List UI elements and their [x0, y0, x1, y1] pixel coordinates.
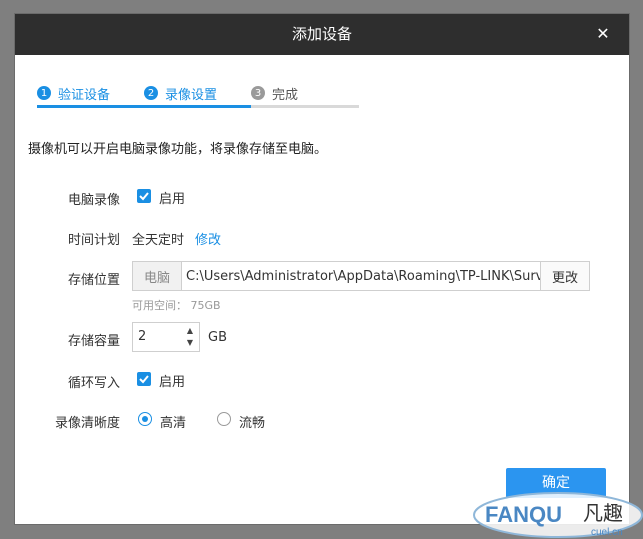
storage-location-label: 存储位置 [67, 273, 120, 288]
check-icon [139, 375, 149, 384]
step-finish: 3 完成 [251, 82, 298, 104]
radio-dot [142, 416, 148, 422]
storage-capacity-label: 存储容量 [67, 334, 120, 349]
dialog-titlebar: 添加设备 ✕ [15, 14, 629, 55]
close-icon[interactable]: ✕ [591, 22, 615, 46]
step-number: 3 [251, 86, 265, 100]
free-space-hint: 可用空间： 75GB [132, 299, 221, 312]
check-icon [139, 192, 149, 201]
storage-prefix: 电脑 [133, 262, 182, 290]
step-progress-track [37, 105, 359, 108]
stepper-up-icon[interactable]: ▲ [185, 326, 195, 336]
step-label: 验证设备 [58, 87, 111, 103]
add-device-dialog: 添加设备 ✕ 1 验证设备 2 录像设置 3 完成 摄像机可以开启电脑录像功能，… [15, 14, 629, 524]
quality-label: 录像清晰度 [54, 416, 120, 431]
storage-capacity-unit: GB [208, 330, 227, 345]
step-number: 2 [144, 86, 158, 100]
description-text: 摄像机可以开启电脑录像功能，将录像存储至电脑。 [28, 142, 328, 157]
step-label: 完成 [272, 87, 299, 103]
schedule-label: 时间计划 [67, 233, 120, 248]
stepper-down-icon[interactable]: ▼ [185, 338, 195, 348]
storage-path-input[interactable]: C:\Users\Administrator\AppData\Roaming\T… [182, 262, 540, 290]
step-verify-device: 1 验证设备 [37, 82, 110, 104]
storage-capacity-value[interactable]: 2 [138, 323, 146, 351]
quality-smooth-radio[interactable] [217, 412, 231, 426]
storage-capacity-stepper[interactable]: 2 ▲ ▼ [132, 322, 200, 352]
loop-write-checkbox[interactable] [137, 372, 151, 386]
loop-write-enable-label: 启用 [159, 375, 186, 390]
quality-hd-label: 高清 [160, 416, 187, 431]
pc-recording-enable-label: 启用 [159, 192, 186, 207]
storage-path-field: 电脑 C:\Users\Administrator\AppData\Roamin… [132, 261, 590, 291]
loop-write-label: 循环写入 [67, 376, 120, 391]
schedule-value: 全天定时 [132, 233, 185, 248]
quality-smooth-label: 流畅 [239, 416, 266, 431]
change-path-button[interactable]: 更改 [540, 262, 589, 290]
schedule-edit-link[interactable]: 修改 [195, 229, 221, 248]
pc-recording-label: 电脑录像 [67, 193, 120, 208]
pc-recording-checkbox[interactable] [137, 189, 151, 203]
quality-hd-radio[interactable] [138, 412, 152, 426]
ok-button[interactable]: 确定 [506, 468, 606, 498]
step-progress-fill [37, 105, 251, 108]
watermark-domain: cuel.cn [591, 527, 623, 538]
dialog-title: 添加设备 [291, 25, 352, 43]
step-label: 录像设置 [165, 87, 218, 103]
step-recording-settings: 2 录像设置 [144, 82, 217, 104]
step-number: 1 [37, 86, 51, 100]
